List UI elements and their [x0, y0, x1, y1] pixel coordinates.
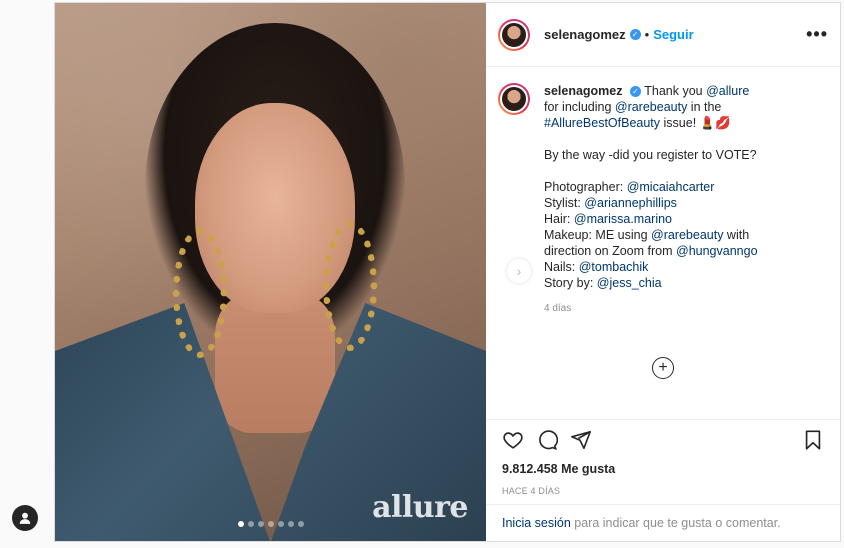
post-card: allure selenagomez ✓ • Seguir ••• selena… — [54, 2, 841, 542]
caption-text: selenagomez ✓ Thank you @allure for incl… — [544, 83, 758, 291]
mention-nails[interactable]: @tombachik — [579, 260, 649, 274]
hashtag-link[interactable]: #AllureBestOfBeauty — [544, 116, 660, 130]
mention-story[interactable]: @jess_chia — [597, 276, 662, 290]
carousel-dot — [287, 521, 294, 527]
carousel-dot — [297, 521, 304, 527]
hair-label: Hair: — [544, 212, 574, 226]
caption: selenagomez ✓ Thank you @allure for incl… — [498, 83, 828, 291]
photo-earring-left — [173, 228, 227, 358]
photographer-label: Photographer: — [544, 180, 627, 194]
photo-neck — [215, 293, 335, 433]
bookmark-icon[interactable] — [802, 429, 824, 451]
avatar[interactable] — [498, 18, 530, 51]
makeup-label: Makeup: ME using — [544, 228, 651, 242]
photo-earring-right — [323, 221, 377, 351]
caption-line2: for including — [544, 100, 615, 114]
caption-vote: By the way -did you register to VOTE? — [544, 148, 757, 162]
caption-avatar[interactable] — [498, 83, 530, 115]
carousel-dot — [237, 521, 244, 527]
separator: • — [644, 27, 650, 42]
carousel-dot — [267, 521, 274, 527]
mention-makeup-director[interactable]: @hungvanngo — [676, 244, 758, 258]
user-profile-icon[interactable] — [12, 505, 38, 531]
avatar-image — [500, 85, 528, 113]
login-text: para indicar que te gusta o comentar. — [570, 516, 781, 530]
share-icon[interactable] — [570, 429, 592, 451]
mention-photographer[interactable]: @micaiahcarter — [627, 180, 715, 194]
likes-count[interactable]: 9.812.458 Me gusta — [502, 462, 824, 476]
caption-username[interactable]: selenagomez — [544, 84, 623, 98]
caption-line1: Thank you — [644, 84, 707, 98]
heart-icon[interactable] — [502, 429, 524, 451]
caption-time[interactable]: 4 días — [544, 303, 828, 314]
login-prompt: Inicia sesión para indicar que te gusta … — [486, 504, 840, 541]
post-image[interactable]: allure — [55, 3, 486, 541]
header-username[interactable]: selenagomez — [544, 27, 626, 42]
posted-time[interactable]: HACE 4 DÍAS — [502, 486, 824, 496]
mention-allure[interactable]: @allure — [706, 84, 749, 98]
mention-rarebeauty[interactable]: @rarebeauty — [615, 100, 687, 114]
follow-button[interactable]: Seguir — [653, 27, 693, 42]
login-link[interactable]: Inicia sesión — [502, 516, 571, 530]
load-more-comments-icon[interactable]: + — [652, 357, 674, 379]
mention-makeup[interactable]: @rarebeauty — [651, 228, 723, 242]
action-icons — [502, 420, 824, 460]
carousel-dot — [277, 521, 284, 527]
comments-section: selenagomez ✓ Thank you @allure for incl… — [486, 67, 840, 419]
caption-hashtag-suffix: issue! 💄💋 — [660, 116, 731, 130]
person-icon — [19, 512, 31, 524]
verified-badge-icon: ✓ — [630, 86, 641, 98]
comment-icon[interactable] — [536, 429, 558, 451]
story-label: Story by: — [544, 276, 597, 290]
avatar-image — [500, 20, 528, 49]
carousel-dot — [247, 521, 254, 527]
more-options-icon[interactable]: ••• — [806, 24, 828, 45]
stylist-label: Stylist: — [544, 196, 585, 210]
nails-label: Nails: — [544, 260, 579, 274]
chevron-right-icon[interactable]: › — [507, 259, 531, 283]
mention-hair[interactable]: @marissa.marino — [574, 212, 672, 226]
post-actions: 9.812.458 Me gusta HACE 4 DÍAS — [486, 419, 840, 496]
verified-badge-icon: ✓ — [629, 29, 641, 40]
post-sidebar: selenagomez ✓ • Seguir ••• selenagomez ✓… — [486, 3, 840, 541]
carousel-dot — [257, 521, 264, 527]
mention-stylist[interactable]: @ariannephillips — [584, 196, 677, 210]
caption-line2-suffix: in the — [687, 100, 722, 114]
allure-watermark: allure — [372, 490, 468, 525]
post-header: selenagomez ✓ • Seguir ••• — [486, 3, 840, 67]
carousel-indicator — [55, 521, 486, 527]
